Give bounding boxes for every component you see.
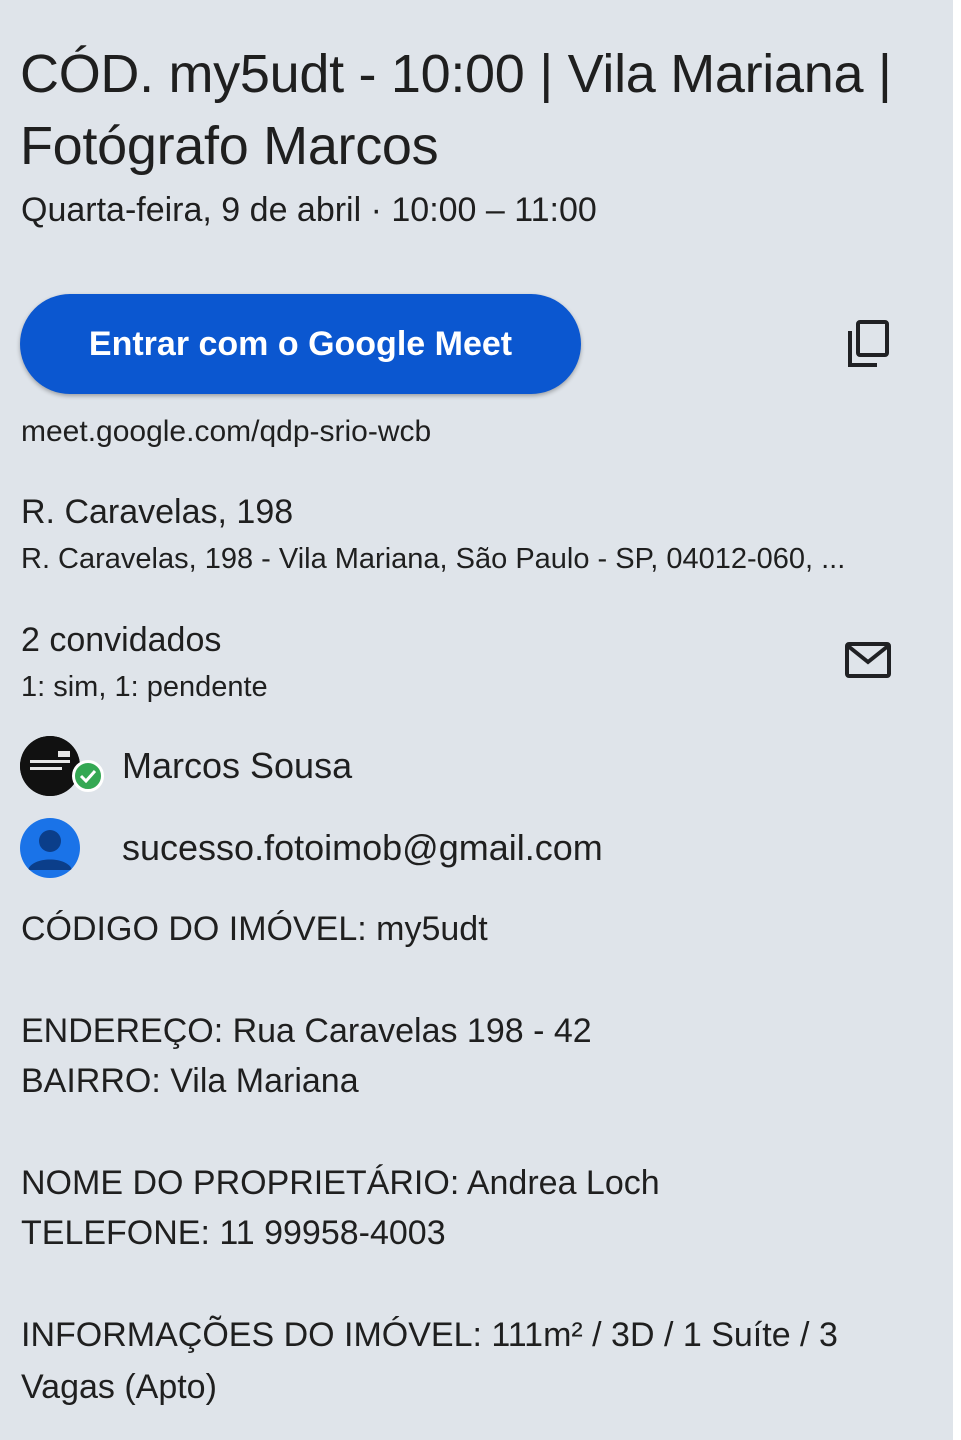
owner-phone: TELEFONE: 11 99958-4003	[21, 1214, 446, 1252]
copy-icon[interactable]	[836, 312, 900, 376]
location-address[interactable]: R. Caravelas, 198 - Vila Mariana, São Pa…	[21, 540, 845, 578]
property-address: ENDEREÇO: Rua Caravelas 198 - 42	[21, 1012, 592, 1050]
property-code: CÓDIGO DO IMÓVEL: my5udt	[21, 910, 488, 948]
guest-email[interactable]: sucesso.fotoimob@gmail.com	[122, 825, 603, 871]
logo-avatar-icon	[20, 736, 80, 796]
guests-count: 2 convidados	[21, 621, 222, 659]
owner-name: NOME DO PROPRIETÁRIO: Andrea Loch	[21, 1164, 660, 1202]
guest-avatar-logo	[20, 736, 80, 796]
guests-rsvp-status: 1: sim, 1: pendente	[21, 671, 268, 703]
meet-link[interactable]: meet.google.com/qdp-srio-wcb	[21, 412, 431, 452]
mail-icon[interactable]	[838, 632, 898, 688]
property-neighborhood: BAIRRO: Vila Mariana	[21, 1062, 359, 1100]
property-info-line-1: INFORMAÇÕES DO IMÓVEL: 111m² / 3D / 1 Su…	[21, 1316, 838, 1354]
accepted-check-icon	[72, 760, 104, 792]
join-google-meet-button[interactable]: Entrar com o Google Meet	[20, 294, 581, 394]
guest-name[interactable]: Marcos Sousa	[122, 743, 352, 789]
person-icon	[20, 818, 80, 878]
property-info-line-2: Vagas (Apto)	[21, 1368, 217, 1406]
panel-right-edge	[953, 0, 961, 1440]
event-title: CÓD. my5udt - 10:00 | Vila Mariana | Fot…	[20, 44, 892, 176]
location-name: R. Caravelas, 198	[21, 493, 294, 531]
event-date-time: Quarta-feira, 9 de abril · 10:00 – 11:00	[21, 191, 597, 229]
